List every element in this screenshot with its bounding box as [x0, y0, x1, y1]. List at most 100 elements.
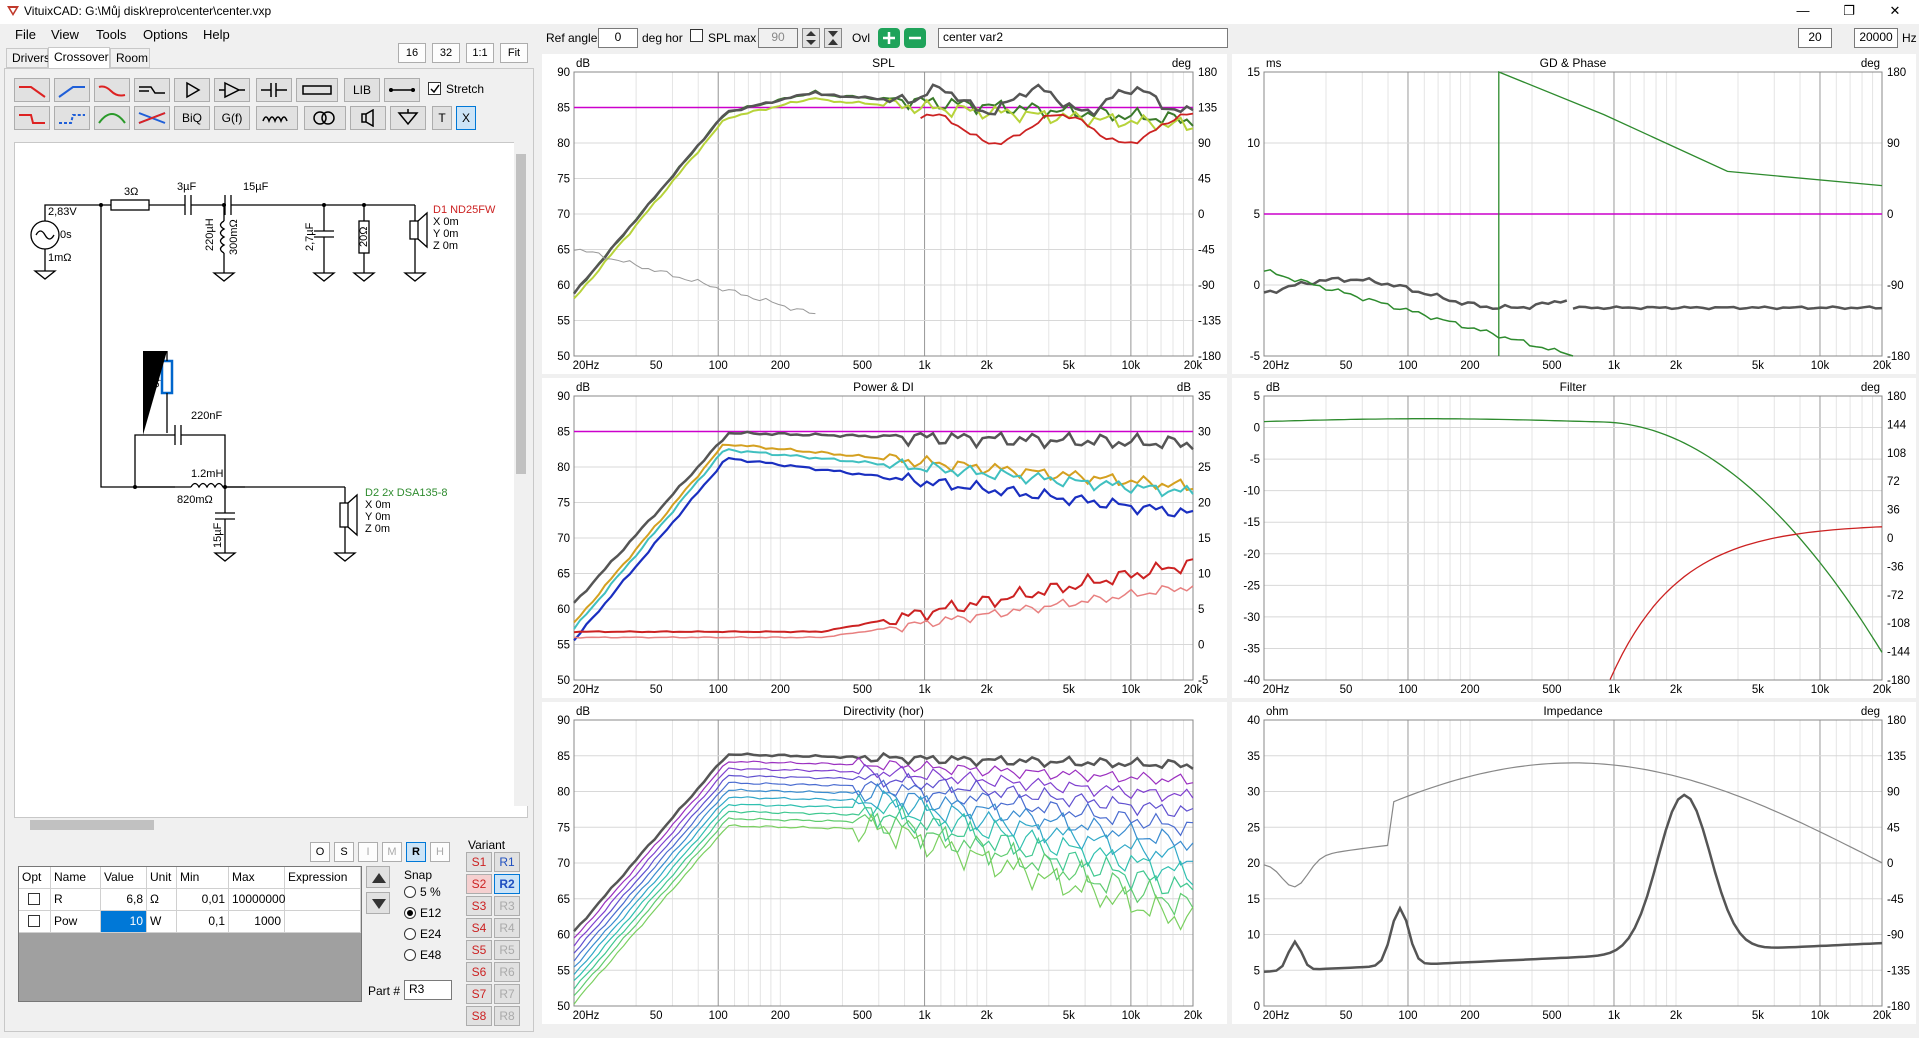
- move-down-button[interactable]: [366, 892, 390, 914]
- chart-imp[interactable]: Impedance ohm deg 40 35 30 25 20 15 10 5 0 180 135 90 4…: [1232, 702, 1916, 1024]
- resistor-button[interactable]: [296, 78, 338, 102]
- prop-min[interactable]: 0,1: [177, 911, 229, 933]
- zoom-1to1-button[interactable]: 1:1: [466, 43, 494, 63]
- variant-r5-button[interactable]: R5: [494, 940, 520, 960]
- opt-checkbox-r[interactable]: [19, 889, 51, 911]
- schematic-canvas[interactable]: 2,83V 0s 1mΩ 3Ω 3µF 15µF 220µH 300mΩ 2,7…: [14, 142, 528, 818]
- move-up-button[interactable]: [366, 866, 390, 888]
- lowpass-1st-button[interactable]: [14, 78, 50, 102]
- freq-low-input[interactable]: 20: [1798, 28, 1832, 48]
- maximize-button[interactable]: ❐: [1826, 0, 1872, 24]
- variant-r3-button[interactable]: R3: [494, 896, 520, 916]
- prop-min[interactable]: 0,01: [177, 889, 229, 911]
- spl-spinner-icon[interactable]: [802, 28, 820, 48]
- prop-value[interactable]: 6,8: [101, 889, 147, 911]
- schematic-hscroll[interactable]: [14, 818, 514, 832]
- variant-s7-button[interactable]: S7: [466, 984, 492, 1004]
- variant-s5-button[interactable]: S5: [466, 940, 492, 960]
- close-button[interactable]: ✕: [1872, 0, 1918, 24]
- capacitor-button[interactable]: [256, 78, 292, 102]
- zoom-vertical-icon[interactable]: [824, 28, 842, 48]
- menu-options[interactable]: Options: [143, 27, 188, 42]
- variant-r2-button[interactable]: R2: [494, 874, 520, 894]
- transfer-function-button[interactable]: G(f): [214, 106, 250, 130]
- prop-max[interactable]: 1000: [229, 911, 285, 933]
- variant-s2-button[interactable]: S2: [466, 874, 492, 894]
- minimize-button[interactable]: —: [1780, 0, 1826, 24]
- spl-max-input[interactable]: 90: [758, 28, 798, 48]
- chart-filter[interactable]: Filter dB deg 5 0 -5 -10 -15 -20 -25 -30 -35 -40 180 1…: [1232, 378, 1916, 698]
- bandpass-button[interactable]: [94, 78, 130, 102]
- show-s-button[interactable]: S: [334, 842, 354, 862]
- variant-r1-button[interactable]: R1: [494, 852, 520, 872]
- spl-max-checkbox[interactable]: [690, 29, 703, 42]
- c2-label: 15µF: [243, 181, 269, 193]
- prop-expression[interactable]: [285, 911, 361, 933]
- crossover-schematic[interactable]: 2,83V 0s 1mΩ 3Ω 3µF 15µF 220µH 300mΩ 2,7…: [15, 143, 527, 817]
- overlay-name-input[interactable]: center var2: [938, 28, 1228, 48]
- zoom-16-button[interactable]: 16: [398, 43, 426, 63]
- variant-s6-button[interactable]: S6: [466, 962, 492, 982]
- part-input[interactable]: R3: [404, 980, 452, 1000]
- variant-r8-button[interactable]: R8: [494, 1006, 520, 1026]
- chart-dir[interactable]: Directivity (hor) dB 90 85 80 75 70 65 60 55 50 20H…: [542, 702, 1227, 1024]
- menu-file[interactable]: File: [15, 27, 36, 42]
- show-o-button[interactable]: O: [310, 842, 330, 862]
- variant-r6-button[interactable]: R6: [494, 962, 520, 982]
- zoom-32-button[interactable]: 32: [432, 43, 460, 63]
- driver-button[interactable]: [350, 106, 386, 130]
- snap-e48-radio[interactable]: [404, 949, 416, 961]
- tab-room[interactable]: Room: [110, 48, 150, 68]
- schematic-vscroll[interactable]: [514, 142, 528, 806]
- menu-help[interactable]: Help: [203, 27, 230, 42]
- variant-r4-button[interactable]: R4: [494, 918, 520, 938]
- highpass-2nd-button[interactable]: [54, 106, 90, 130]
- notch-button[interactable]: [134, 78, 170, 102]
- biquad-button[interactable]: BiQ: [174, 106, 210, 130]
- variant-s4-button[interactable]: S4: [466, 918, 492, 938]
- remove-overlay-icon[interactable]: [904, 28, 926, 48]
- prop-value[interactable]: 10: [101, 911, 147, 933]
- freq-high-input[interactable]: 20000: [1854, 28, 1898, 48]
- menu-view[interactable]: View: [51, 27, 79, 42]
- zoom-fit-button[interactable]: Fit: [500, 43, 528, 63]
- highpass-1st-button[interactable]: [54, 78, 90, 102]
- ground-button[interactable]: [390, 106, 426, 130]
- peaking-button[interactable]: [94, 106, 130, 130]
- tab-crossover[interactable]: Crossover: [48, 47, 110, 69]
- inductor-button[interactable]: [256, 106, 298, 130]
- chart-gd[interactable]: GD & Phase ms deg 15 10 5 0 -5 180 90 0 -90 -180 20Hz…: [1232, 54, 1916, 374]
- tab-drivers[interactable]: Drivers: [6, 48, 50, 68]
- prop-max[interactable]: 10000000: [229, 889, 285, 911]
- opt-checkbox-pow[interactable]: [19, 911, 51, 933]
- show-m-button[interactable]: M: [382, 842, 402, 862]
- variant-s8-button[interactable]: S8: [466, 1006, 492, 1026]
- title-bar: VituixCAD: G:\Můj disk\repro\center\cent…: [0, 0, 1919, 24]
- text-button[interactable]: T: [432, 106, 452, 130]
- buffer-button[interactable]: [174, 78, 210, 102]
- chart-spl[interactable]: SPL dB deg 90 85 80 75 70 65 60 55 50 180 135 90 45 0 -45…: [542, 54, 1227, 374]
- lowpass-2nd-button[interactable]: [14, 106, 50, 130]
- allpass-button[interactable]: [134, 106, 170, 130]
- property-grid[interactable]: Opt Name Value Unit Min Max Expression R…: [18, 866, 362, 1002]
- snap-e12-radio[interactable]: [404, 907, 416, 919]
- wire-button[interactable]: [384, 78, 420, 102]
- menu-tools[interactable]: Tools: [96, 27, 126, 42]
- amplifier-button[interactable]: [214, 78, 250, 102]
- show-r-button[interactable]: R: [406, 842, 426, 862]
- show-h-button[interactable]: H: [430, 842, 450, 862]
- add-overlay-icon[interactable]: [878, 28, 900, 48]
- variant-s3-button[interactable]: S3: [466, 896, 492, 916]
- snap-5-radio[interactable]: [404, 886, 416, 898]
- snap-e24-radio[interactable]: [404, 928, 416, 940]
- library-button[interactable]: LIB: [344, 78, 380, 102]
- stretch-checkbox[interactable]: [428, 82, 441, 95]
- ref-angle-input[interactable]: 0: [598, 28, 638, 48]
- x-button[interactable]: X: [456, 106, 476, 130]
- prop-expression[interactable]: [285, 889, 361, 911]
- variant-s1-button[interactable]: S1: [466, 852, 492, 872]
- show-i-button[interactable]: I: [358, 842, 378, 862]
- transformer-button[interactable]: [304, 106, 346, 130]
- variant-r7-button[interactable]: R7: [494, 984, 520, 1004]
- chart-power[interactable]: Power & DI dB dB 90 85 80 75 70 65 60 55 50 35 30 25 20…: [542, 378, 1227, 698]
